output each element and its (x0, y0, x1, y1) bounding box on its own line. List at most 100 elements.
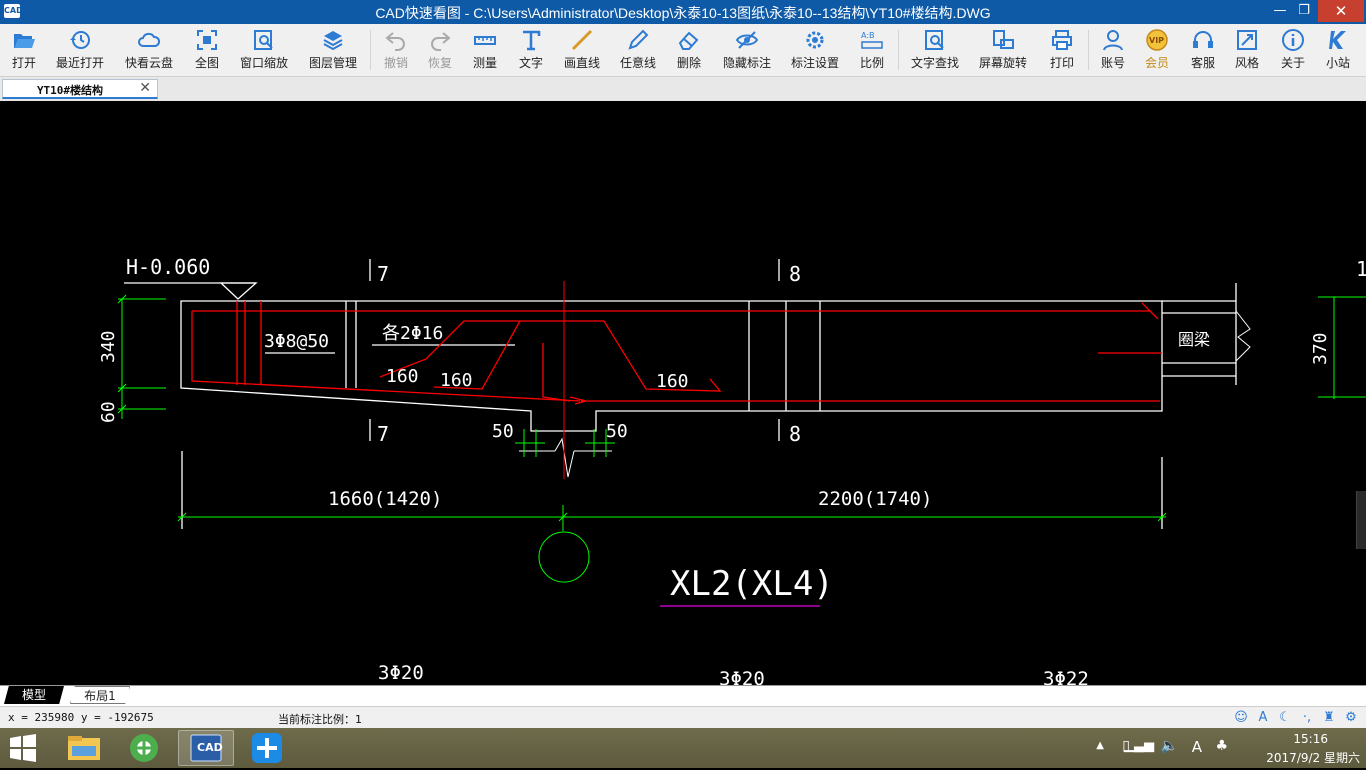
ime-mascot-icon[interactable]: ☺ (1232, 709, 1250, 727)
text-search-button[interactable]: 文字查找 (906, 24, 964, 76)
cad-viewer-taskbar-button[interactable]: CAD (178, 730, 234, 766)
ring-beam-label: 圈梁 (1178, 330, 1210, 349)
ime-mode-icon[interactable]: A (1254, 709, 1272, 727)
recent-label: 最近打开 (55, 56, 104, 70)
tab-layout1[interactable]: 布局1 (70, 686, 130, 704)
station-label: 小站 (1325, 56, 1350, 70)
clock-time[interactable]: 15:16 (1293, 732, 1328, 746)
text-icon (523, 30, 541, 51)
cloud-button[interactable]: 快看云盘 (120, 24, 178, 76)
layers-button[interactable]: 图层管理 (304, 24, 362, 76)
open-label: 打开 (11, 56, 36, 70)
windows-start-icon[interactable] (8, 734, 38, 762)
station-button[interactable]: 小站 (1318, 24, 1358, 76)
printer-icon (1052, 30, 1072, 50)
dimension-label: 50 (492, 421, 514, 442)
cursor-coordinates: x = 235980 y = -192675 (8, 711, 154, 724)
fit-all-button[interactable]: 全图 (188, 24, 226, 76)
cad-drawing-canvas[interactable]: H-0.060 7 7 8 8 1 3Φ8@50 各2Φ16 160 160 1… (0, 101, 1366, 690)
document-tab[interactable]: YT10#楼结构 ✕ (2, 79, 158, 99)
stirrup-label: 3Φ8@50 (264, 331, 329, 352)
freehand-label: 任意线 (619, 56, 656, 70)
account-label: 账号 (1100, 56, 1125, 70)
browser-taskbar-button[interactable] (116, 730, 172, 766)
settings-icon[interactable]: ⚙ (1342, 709, 1360, 727)
freehand-button[interactable]: 任意线 (614, 24, 662, 76)
elevation-label: H-0.060 (126, 255, 210, 279)
delete-button[interactable]: 删除 (670, 24, 708, 76)
moon-icon[interactable]: ☾ (1276, 709, 1294, 727)
support-button[interactable]: 客服 (1184, 24, 1222, 76)
section-mark-label: 7 (377, 422, 389, 446)
measure-button[interactable]: 测量 (466, 24, 504, 76)
file-explorer-taskbar-button[interactable] (56, 730, 112, 766)
eye-hide-icon (735, 31, 759, 49)
user-icon (1103, 30, 1123, 51)
line-icon (571, 29, 593, 51)
about-button[interactable]: 关于 (1274, 24, 1312, 76)
canvas-scroll-handle[interactable] (1356, 491, 1366, 549)
annotation-settings-icon (806, 31, 824, 49)
style-button[interactable]: 风格 (1228, 24, 1266, 76)
span-label: 1660(1420) (328, 488, 442, 510)
measure-icon (474, 36, 496, 45)
annotation-settings-label: 标注设置 (790, 56, 839, 70)
hide-annotations-button[interactable]: 隐藏标注 (718, 24, 776, 76)
rotate-screen-button[interactable]: 屏幕旋转 (974, 24, 1032, 76)
print-button[interactable]: 打印 (1042, 24, 1082, 76)
draw-line-label: 画直线 (563, 56, 600, 70)
ime-indicator-icon[interactable]: A (1192, 738, 1202, 756)
hide-annotations-label: 隐藏标注 (722, 56, 771, 70)
restore-button[interactable]: ❐ (1292, 0, 1316, 22)
scale-icon: A:B (861, 31, 883, 49)
text-search-label: 文字查找 (910, 56, 959, 70)
pinwheel-icon (252, 733, 282, 763)
windows-taskbar: CAD ▲ ▯ ▁▃▅ 🔈 A ♣ 15:16 2017/9/2 星期六 (0, 728, 1366, 768)
text-button[interactable]: 文字 (512, 24, 550, 76)
minimize-button[interactable]: — (1268, 0, 1292, 22)
fit-all-icon (197, 30, 217, 50)
tray-app-icon[interactable]: ♣ (1215, 738, 1228, 754)
window-zoom-button[interactable]: 窗口缩放 (236, 24, 292, 76)
undo-label: 撤销 (383, 56, 408, 70)
rebar-note: 3Φ22 (1043, 668, 1089, 685)
undo-button[interactable]: 撤销 (378, 24, 414, 76)
dimension-label: 160 (656, 371, 689, 392)
clock-date[interactable]: 2017/9/2 星期六 (1266, 749, 1360, 766)
section-mark-label: 8 (789, 422, 801, 446)
app-taskbar-button[interactable] (240, 730, 296, 766)
section-mark-label: 8 (789, 262, 801, 286)
volume-icon[interactable]: 🔈 (1161, 738, 1178, 754)
redo-button[interactable]: 恢复 (422, 24, 458, 76)
section-mark-label: 1 (1356, 257, 1366, 281)
undo-icon (385, 32, 405, 51)
annotation-settings-button[interactable]: 标注设置 (786, 24, 844, 76)
tray-expand-icon[interactable]: ▲ (1096, 740, 1104, 751)
document-tab-label: YT10#楼结构 (36, 84, 104, 97)
tab-model[interactable]: 模型 (4, 686, 64, 704)
section-mark-label: 7 (377, 262, 389, 286)
svg-text:A:B: A:B (861, 31, 875, 40)
drawing-svg: H-0.060 7 7 8 8 1 3Φ8@50 各2Φ16 160 160 1… (98, 255, 1366, 690)
layout-tab-bar: 模型 布局1 (0, 685, 1366, 707)
vip-button[interactable]: VIP 会员 (1138, 24, 1176, 76)
recent-button[interactable]: 最近打开 (52, 24, 108, 76)
scale-button[interactable]: A:B 比例 (852, 24, 892, 76)
main-toolbar: 打开 最近打开 快看云盘 全图 窗口缩放 图层管理 撤销 恢复 测量 文字 画直… (0, 24, 1366, 77)
beam-title: XL2(XL4) (670, 564, 834, 604)
punctuation-icon[interactable]: ·, (1298, 709, 1316, 727)
draw-line-button[interactable]: 画直线 (558, 24, 606, 76)
close-window-button[interactable]: ✕ (1318, 0, 1364, 22)
close-tab-icon[interactable]: ✕ (139, 80, 151, 96)
network-icon[interactable]: ▁▃▅ (1124, 738, 1154, 753)
skin-icon[interactable]: ♜ (1320, 709, 1338, 727)
open-button[interactable]: 打开 (2, 24, 46, 76)
delete-label: 删除 (676, 56, 701, 70)
account-button[interactable]: 账号 (1094, 24, 1132, 76)
dimension-label: 370 (1310, 332, 1331, 365)
rotate-screen-label: 屏幕旋转 (978, 56, 1027, 70)
dimension-label: 160 (386, 366, 419, 387)
folder-open-icon (14, 34, 35, 48)
svg-text:VIP: VIP (1149, 36, 1164, 45)
vip-label: 会员 (1144, 56, 1169, 70)
